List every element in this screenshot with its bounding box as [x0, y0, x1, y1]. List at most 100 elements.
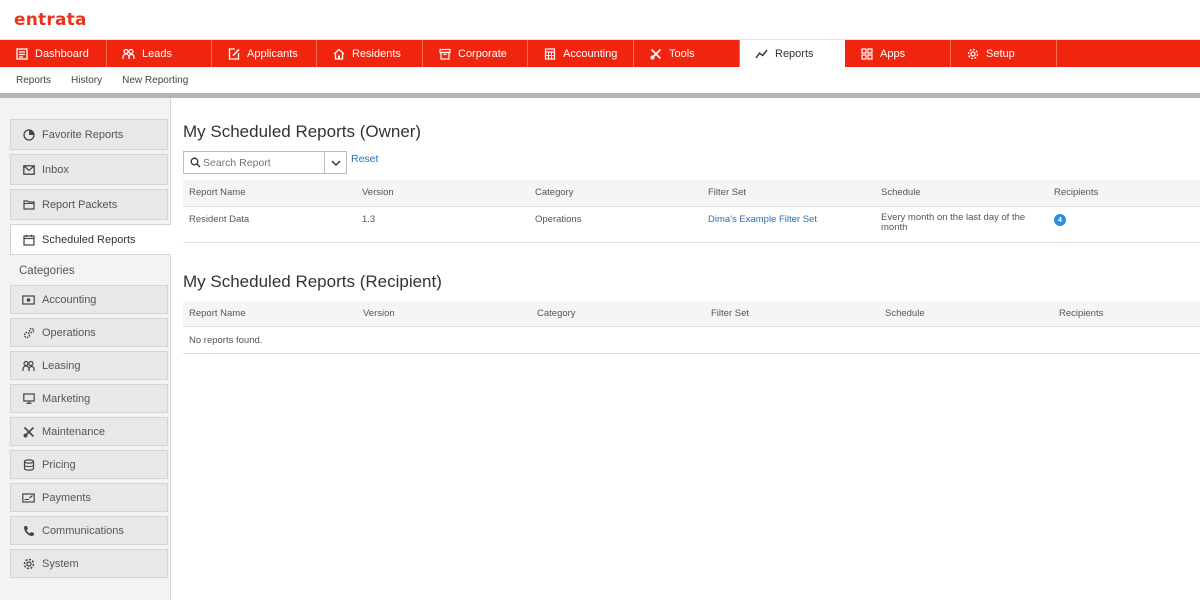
sidebar-item-label: Scheduled Reports [42, 233, 136, 246]
search-row: Reset [183, 151, 1200, 174]
sidebar-item-label: Pricing [42, 458, 76, 471]
column-header-schedule[interactable]: Schedule [875, 180, 1048, 206]
cell-category: Operations [535, 213, 582, 225]
column-header-report-name[interactable]: Report Name [183, 301, 357, 327]
sidebar-item-label: Operations [42, 326, 96, 339]
owner-reports-table: Report Name Version Category Filter Set … [183, 180, 1200, 243]
column-header-schedule[interactable]: Schedule [879, 301, 1053, 327]
sidebar: Favorite Reports Inbox Report Packets Sc… [0, 98, 171, 600]
table-row[interactable]: Resident Data 1.3 Operations Dima's Exam… [183, 206, 1200, 242]
nav-dashboard[interactable]: Dashboard [0, 40, 107, 67]
column-header-recipients[interactable]: Recipients [1053, 301, 1200, 327]
sidebar-item-accounting[interactable]: Accounting [10, 285, 168, 314]
envelope-icon [22, 163, 35, 176]
nav-setup[interactable]: Setup [951, 40, 1057, 67]
sidebar-item-payments[interactable]: Payments [10, 483, 168, 512]
apps-grid-icon [860, 47, 873, 60]
entrata-logo[interactable]: entrata [14, 10, 87, 30]
home-icon [332, 47, 345, 60]
people-icon [122, 47, 135, 60]
nav-apps[interactable]: Apps [845, 40, 951, 67]
column-header-category[interactable]: Category [529, 180, 702, 206]
nav-corporate[interactable]: Corporate [423, 40, 528, 67]
nav-label: Dashboard [35, 47, 89, 60]
search-report-box [183, 151, 347, 174]
subnav-reports[interactable]: Reports [16, 75, 51, 86]
cell-version: 1.3 [362, 213, 376, 225]
people-icon [22, 359, 35, 372]
folder-icon [22, 198, 35, 211]
page-body: Favorite Reports Inbox Report Packets Sc… [0, 98, 1200, 600]
archive-icon [438, 47, 451, 60]
sidebar-item-label: System [42, 557, 79, 570]
main-nav: Dashboard Leads Applicants Residents Cor… [0, 40, 1200, 67]
gears-icon [22, 326, 35, 339]
column-header-version[interactable]: Version [356, 180, 529, 206]
cell-recipients: 4 [1048, 206, 1200, 242]
sidebar-item-label: Payments [42, 491, 91, 504]
sidebar-item-label: Marketing [42, 392, 91, 405]
sidebar-item-leasing[interactable]: Leasing [10, 351, 168, 380]
recipient-reports-title: My Scheduled Reports (Recipient) [183, 271, 442, 291]
cell-schedule: Every month on the last day of the month [881, 211, 1026, 233]
nav-label: Setup [986, 47, 1015, 60]
cell-filter-set-link[interactable]: Dima's Example Filter Set [702, 206, 875, 242]
main-content: My Scheduled Reports (Owner) Reset Repor… [171, 98, 1200, 600]
app-header: entrata [0, 0, 1200, 40]
nav-residents[interactable]: Residents [317, 40, 423, 67]
sidebar-item-marketing[interactable]: Marketing [10, 384, 168, 413]
column-header-report-name[interactable]: Report Name [183, 180, 356, 206]
recipient-section: My Scheduled Reports (Recipient) Report … [183, 272, 1200, 355]
reset-link[interactable]: Reset [351, 153, 378, 165]
nav-label: Leads [142, 47, 172, 60]
recipients-count-badge[interactable]: 4 [1054, 214, 1066, 226]
empty-row: No reports found. [183, 327, 1200, 354]
table-header-row: Report Name Version Category Filter Set … [183, 300, 1200, 327]
trend-chart-icon [755, 47, 768, 60]
sidebar-item-label: Leasing [42, 359, 81, 372]
nav-filler [1057, 40, 1200, 67]
column-header-recipients[interactable]: Recipients [1048, 180, 1200, 206]
sidebar-item-label: Accounting [42, 293, 97, 306]
nav-label: Apps [880, 47, 906, 60]
money-icon [22, 293, 35, 306]
sidebar-item-label: Communications [42, 524, 124, 537]
sidebar-item-pricing[interactable]: Pricing [10, 450, 168, 479]
sidebar-item-operations[interactable]: Operations [10, 318, 168, 347]
dashboard-icon [15, 47, 28, 60]
tools-icon [649, 47, 662, 60]
nav-label: Residents [352, 47, 401, 60]
column-header-version[interactable]: Version [357, 301, 531, 327]
search-dropdown-toggle[interactable] [324, 152, 346, 173]
nav-leads[interactable]: Leads [107, 40, 212, 67]
nav-accounting[interactable]: Accounting [528, 40, 634, 67]
sidebar-item-system[interactable]: System [10, 549, 168, 578]
sidebar-item-communications[interactable]: Communications [10, 516, 168, 545]
owner-reports-title: My Scheduled Reports (Owner) [183, 122, 422, 141]
calculator-icon [543, 47, 556, 60]
column-header-category[interactable]: Category [531, 301, 705, 327]
monitor-icon [22, 392, 35, 405]
categories-heading: Categories [19, 265, 75, 277]
sidebar-item-maintenance[interactable]: Maintenance [10, 417, 168, 446]
sidebar-item-favorite-reports[interactable]: Favorite Reports [10, 119, 168, 150]
column-header-filter-set[interactable]: Filter Set [705, 301, 879, 327]
sub-nav: Reports History New Reporting [0, 67, 1200, 93]
nav-applicants[interactable]: Applicants [212, 40, 317, 67]
coins-icon [22, 458, 35, 471]
nav-label: Corporate [458, 47, 507, 60]
phone-icon [22, 524, 35, 537]
sidebar-item-scheduled-reports[interactable]: Scheduled Reports [10, 224, 171, 255]
nav-tools[interactable]: Tools [634, 40, 740, 67]
no-reports-message: No reports found. [189, 335, 263, 346]
sidebar-item-report-packets[interactable]: Report Packets [10, 189, 168, 220]
sidebar-item-inbox[interactable]: Inbox [10, 154, 168, 185]
nav-reports[interactable]: Reports [740, 40, 845, 67]
column-header-filter-set[interactable]: Filter Set [702, 180, 875, 206]
subnav-history[interactable]: History [71, 75, 102, 86]
subnav-new-reporting[interactable]: New Reporting [122, 75, 188, 86]
nav-label: Reports [775, 47, 814, 60]
pie-chart-icon [22, 128, 35, 141]
search-report-input[interactable] [203, 156, 323, 169]
nav-label: Accounting [563, 47, 618, 60]
